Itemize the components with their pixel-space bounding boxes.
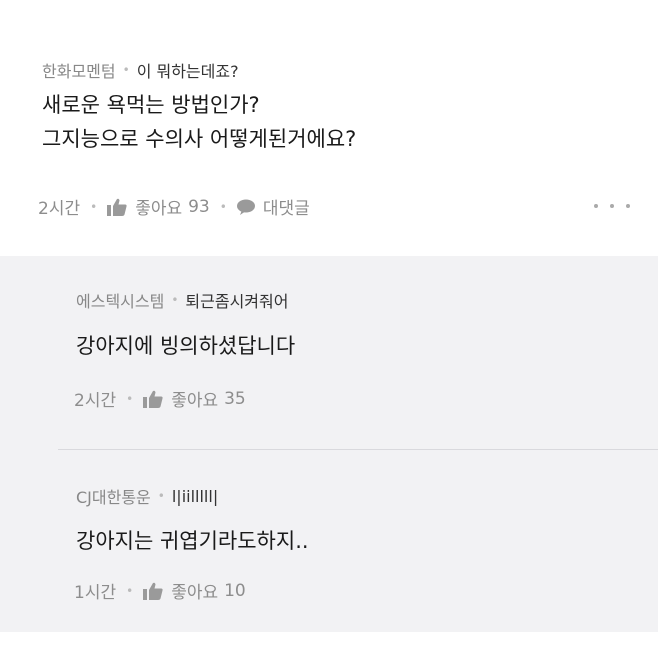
like-button[interactable]: 좋아요 10 [143, 578, 246, 603]
replies-section [0, 256, 658, 632]
user-id: 이 뭐하는데죠? [136, 62, 239, 81]
like-button[interactable]: 좋아요 93 [107, 194, 210, 219]
reply-body: 강아지에 빙의하셨답니다 [76, 334, 296, 358]
like-button[interactable]: 좋아요 35 [143, 386, 246, 411]
like-label: 좋아요 [171, 391, 219, 411]
reply-time: 2시간 [74, 391, 117, 411]
author-name[interactable]: CJ대한통운 [76, 484, 151, 508]
reply-actions: 1시간 • 좋아요 10 [74, 578, 246, 604]
like-label: 좋아요 [171, 583, 219, 603]
reply-divider [58, 449, 658, 450]
separator-dot: • [90, 199, 98, 214]
reply-button[interactable]: 대댓글 [236, 194, 310, 219]
author-name[interactable]: 에스텍시스템 [76, 288, 164, 312]
main-comment: 한화모멘텀 • 이 뭐하는데죠? 새로운 욕먹는 방법인가? 그지능으로 수의사… [0, 0, 658, 256]
author-name[interactable]: 한화모멘텀 [42, 58, 116, 82]
user-id: 퇴근좀시켜줘어 [185, 292, 289, 311]
like-count: 35 [224, 388, 246, 409]
reply-time: 1시간 [74, 583, 117, 603]
like-label: 좋아요 [135, 199, 183, 219]
comment-line-1: 새로운 욕먹는 방법인가? [42, 93, 260, 117]
more-dots-icon [594, 204, 598, 208]
separator-dot: • [126, 391, 134, 406]
speech-bubble-icon [236, 199, 255, 215]
reply-label: 대댓글 [262, 199, 310, 219]
comment-actions: 2시간 • 좋아요 93 • 대댓글 [38, 194, 310, 220]
comment-line-2: 그지능으로 수의사 어떻게된거에요? [42, 127, 357, 151]
separator-dot: • [122, 63, 130, 77]
separator-dot: • [171, 293, 179, 307]
reply-body: 강아지는 귀엽기라도하지.. [76, 529, 309, 553]
separator-dot: • [219, 199, 227, 214]
like-count: 10 [224, 580, 246, 601]
like-count: 93 [188, 196, 210, 217]
comment-body: 새로운 욕먹는 방법인가? 그지능으로 수의사 어떻게된거에요? [42, 88, 356, 156]
thumbs-up-icon [143, 582, 163, 600]
comment-time: 2시간 [38, 199, 81, 219]
more-options-button[interactable] [594, 196, 630, 216]
reply-meta: CJ대한통운 • l|iilllll| [76, 484, 218, 508]
reply-actions: 2시간 • 좋아요 35 [74, 386, 246, 412]
thumbs-up-icon [143, 390, 163, 408]
separator-dot: • [157, 489, 165, 503]
comment-meta: 한화모멘텀 • 이 뭐하는데죠? [42, 58, 239, 82]
thumbs-up-icon [107, 198, 127, 216]
bottom-spacer [0, 632, 658, 658]
separator-dot: • [126, 583, 134, 598]
reply-meta: 에스텍시스템 • 퇴근좀시켜줘어 [76, 288, 288, 312]
user-id: l|iilllll| [171, 486, 219, 506]
